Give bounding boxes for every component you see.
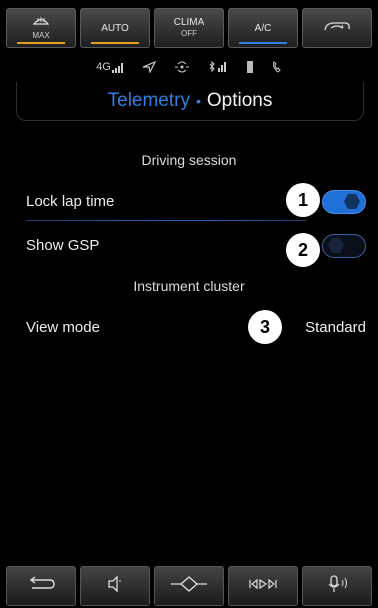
back-arrow-icon <box>26 575 56 598</box>
show-gsp-toggle[interactable] <box>322 234 366 258</box>
section-title-driving-session: Driving session <box>141 152 237 168</box>
tab-separator: • <box>195 93 201 109</box>
lock-lap-time-toggle[interactable] <box>322 190 366 214</box>
tab-telemetry[interactable]: Telemetry <box>108 90 190 112</box>
phone-icon <box>272 61 282 73</box>
bottom-bar <box>6 566 372 606</box>
lock-lap-time-label: Lock lap time <box>26 192 115 210</box>
status-row: 4G <box>0 55 378 79</box>
voice-microphone-icon <box>325 574 349 599</box>
speaker-icon <box>106 574 124 598</box>
callout-badge-2: 2 <box>286 233 320 267</box>
bluetooth-signal-icon <box>208 61 228 73</box>
climate-bar: MAX AUTO CLIMA OFF A/C <box>6 8 372 48</box>
max-defrost-button[interactable]: MAX <box>6 8 76 48</box>
view-mode-value[interactable]: Standard <box>305 319 366 336</box>
media-controls-icon <box>248 577 278 596</box>
home-button[interactable] <box>154 566 224 606</box>
audio-button[interactable] <box>80 566 150 606</box>
page-header: Telemetry • Options <box>16 82 364 121</box>
home-diamond-icon <box>169 575 209 598</box>
max-indicator <box>17 42 65 44</box>
signal-icon <box>111 63 123 73</box>
setting-row-view-mode[interactable]: View mode 3 Standard <box>26 310 366 344</box>
auto-indicator <box>91 42 139 44</box>
auto-button[interactable]: AUTO <box>80 8 150 48</box>
callout-badge-3: 3 <box>248 310 282 344</box>
network-label: 4G <box>96 61 111 73</box>
show-gsp-label: Show GSP <box>26 236 100 254</box>
clima-label: CLIMA <box>173 17 205 28</box>
defrost-max-icon <box>32 15 50 30</box>
ac-indicator <box>239 42 287 44</box>
wifi-hotspot-icon <box>174 60 190 74</box>
view-mode-label: View mode <box>26 318 100 336</box>
air-recirculation-icon <box>322 20 352 37</box>
navigation-arrow-icon <box>142 61 156 73</box>
battery-icon <box>246 60 254 74</box>
tab-options[interactable]: Options <box>207 90 272 112</box>
clima-off-button[interactable]: CLIMA OFF <box>154 8 224 48</box>
clima-off-label: OFF <box>181 29 197 38</box>
toggle-knob <box>328 238 344 253</box>
section-title-instrument-cluster: Instrument cluster <box>133 278 245 294</box>
network-indicator: 4G <box>96 61 124 73</box>
ac-label: A/C <box>254 22 272 34</box>
auto-label: AUTO <box>101 22 129 34</box>
toggle-knob <box>344 194 360 209</box>
recirculation-button[interactable] <box>302 8 372 48</box>
setting-row-show-gsp[interactable]: Show GSP 2 <box>26 228 366 267</box>
media-button[interactable] <box>228 566 298 606</box>
voice-button[interactable] <box>302 566 372 606</box>
setting-row-lock-lap-time[interactable]: Lock lap time 1 <box>26 183 366 221</box>
ac-button[interactable]: A/C <box>228 8 298 48</box>
back-button[interactable] <box>6 566 76 606</box>
max-label: MAX <box>32 31 50 40</box>
callout-badge-1: 1 <box>286 183 320 217</box>
